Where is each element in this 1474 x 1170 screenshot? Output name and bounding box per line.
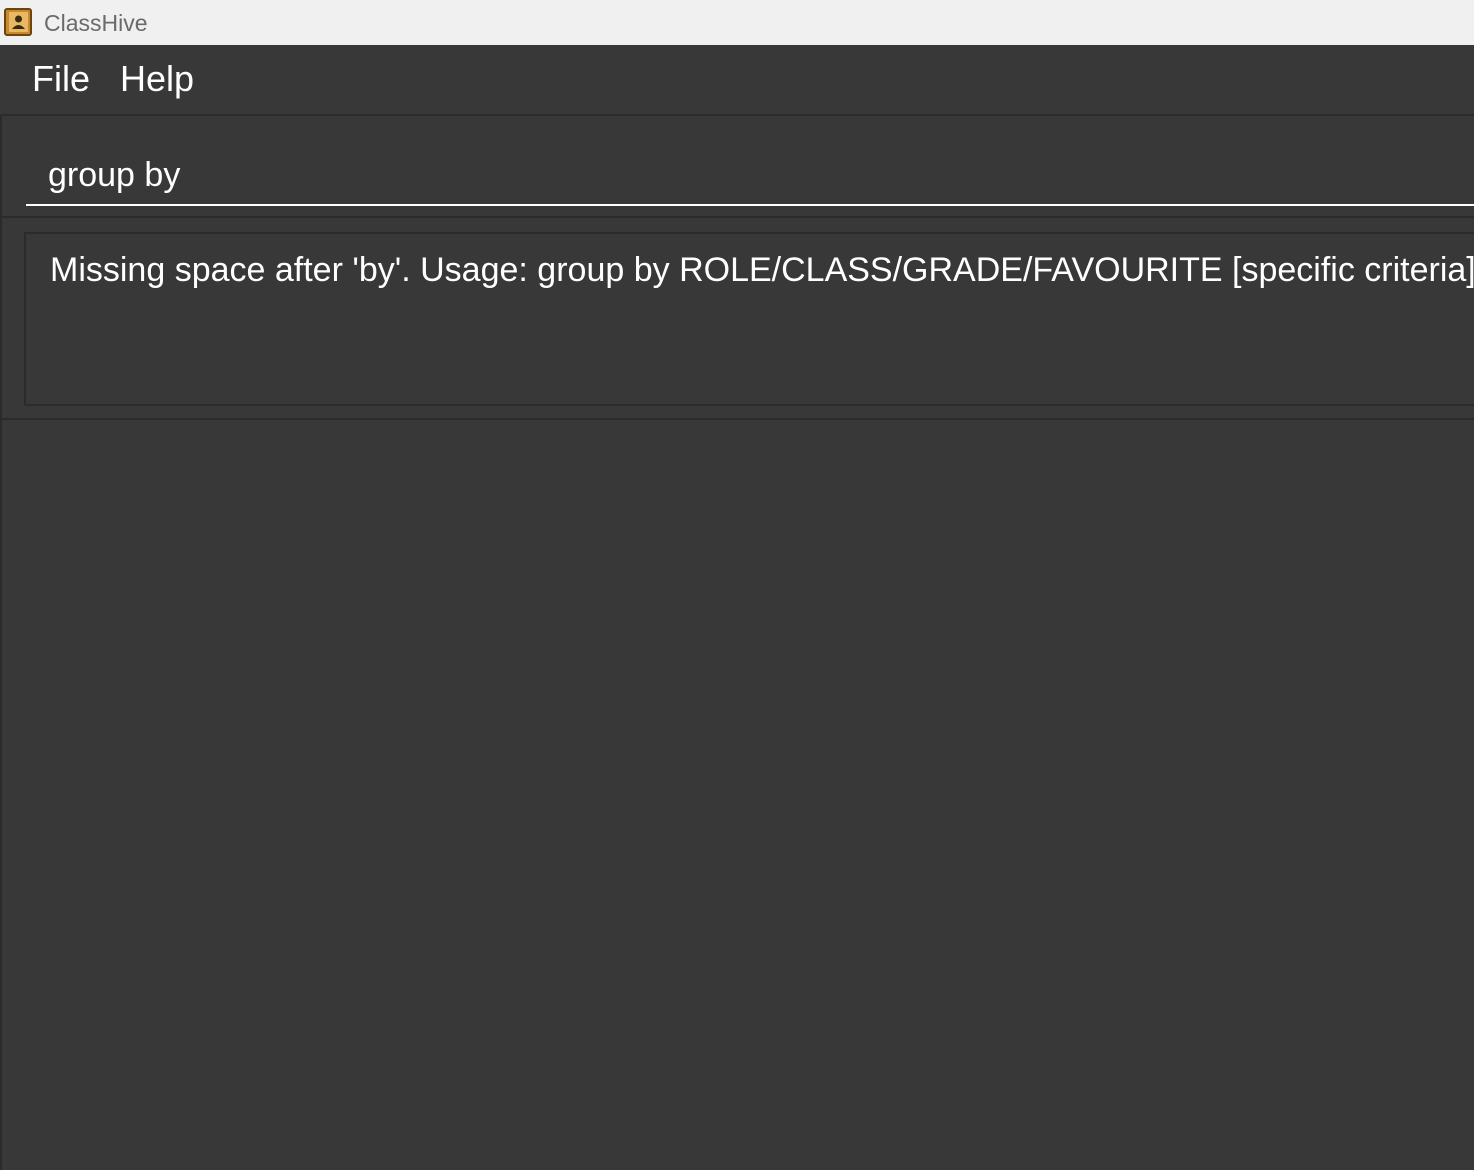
result-display-pane: Missing space after 'by'. Usage: group b… bbox=[0, 218, 1474, 420]
menu-file[interactable]: File bbox=[32, 59, 90, 99]
address-book-icon bbox=[4, 8, 32, 36]
title-bar: ClassHive bbox=[0, 0, 1474, 45]
menu-bar: File Help bbox=[0, 45, 1474, 116]
command-box-pane bbox=[0, 116, 1474, 218]
menu-help[interactable]: Help bbox=[120, 59, 194, 99]
person-list-panel[interactable] bbox=[0, 420, 1474, 1170]
window-title: ClassHive bbox=[44, 10, 148, 36]
result-display: Missing space after 'by'. Usage: group b… bbox=[24, 232, 1474, 406]
command-input[interactable] bbox=[26, 126, 1474, 206]
result-message: Missing space after 'by'. Usage: group b… bbox=[50, 251, 1474, 289]
